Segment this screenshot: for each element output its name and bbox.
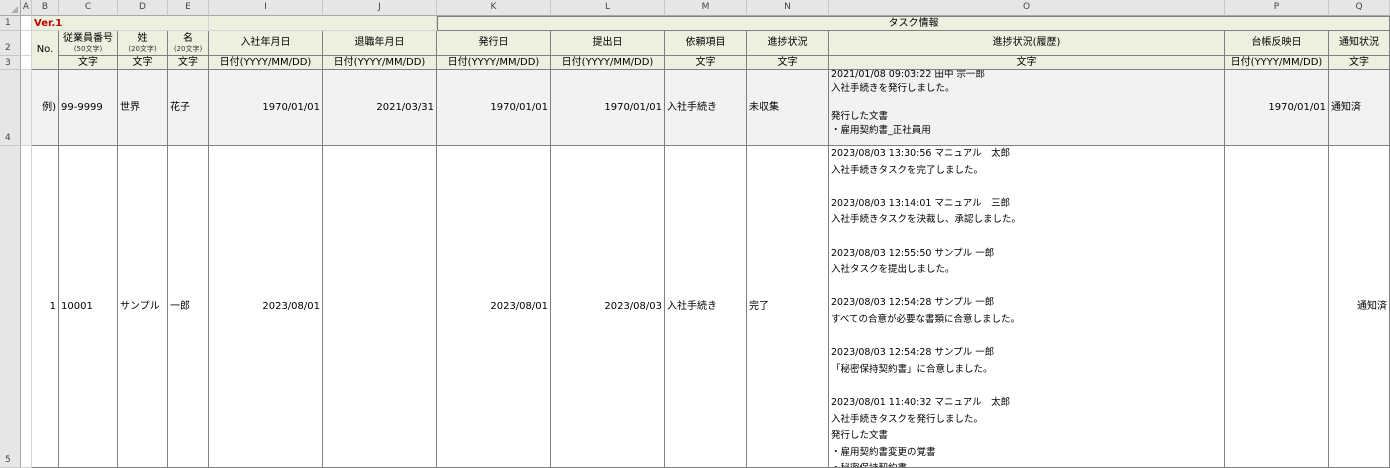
column-header-l[interactable]: L — [551, 0, 665, 16]
header-ledger-date[interactable]: 台帳反映日 — [1225, 31, 1329, 56]
header-last-name[interactable]: 姓 (20文字) — [118, 31, 168, 56]
row-header-2[interactable]: 2 — [0, 31, 21, 56]
row1-no[interactable]: 1 — [32, 146, 59, 468]
header-retire-date[interactable]: 退職年月日 — [323, 31, 437, 56]
row1-history-cell[interactable]: 2023/08/03 13:30:56 マニュアル 太郎 入社手続きタスクを完了… — [829, 146, 1225, 468]
row1-request-item[interactable]: 入社手続き — [665, 146, 747, 468]
task-info-group-header[interactable]: タスク情報 — [437, 16, 1390, 31]
column-header-o[interactable]: O — [829, 0, 1225, 16]
example-progress[interactable]: 未収集 — [747, 70, 829, 146]
row1-progress[interactable]: 完了 — [747, 146, 829, 468]
example-request-item[interactable]: 入社手続き — [665, 70, 747, 146]
cell-row1-blank[interactable] — [91, 16, 209, 31]
row1-hire-date[interactable]: 2023/08/01 — [209, 146, 323, 468]
type-ledger-date[interactable]: 日付(YYYY/MM/DD) — [1225, 56, 1329, 70]
example-employee-id[interactable]: 99-9999 — [59, 70, 118, 146]
column-header-d[interactable]: D — [118, 0, 168, 16]
row-header-5[interactable]: 5 — [0, 146, 21, 468]
header-no[interactable]: No. — [32, 31, 59, 70]
row1-ledger-date[interactable] — [1225, 146, 1329, 468]
example-no[interactable]: 例) — [32, 70, 59, 146]
example-hire-date[interactable]: 1970/01/01 — [209, 70, 323, 146]
row-header-1[interactable]: 1 — [0, 16, 21, 31]
type-progress[interactable]: 文字 — [747, 56, 829, 70]
header-submit-date[interactable]: 提出日 — [551, 31, 665, 56]
header-first-name-limit: (20文字) — [173, 45, 203, 53]
header-issue-date[interactable]: 発行日 — [437, 31, 551, 56]
row1-history-text: 2023/08/03 13:30:56 マニュアル 太郎 入社手続きタスクを完了… — [831, 148, 1022, 467]
header-request-item[interactable]: 依頼項目 — [665, 31, 747, 56]
spreadsheet: A B C D E I J K L M N O P Q 1 2 3 4 5 Ve… — [0, 0, 1390, 468]
header-notice-status[interactable]: 通知状況 — [1329, 31, 1390, 56]
column-header-p[interactable]: P — [1225, 0, 1329, 16]
type-employee-id[interactable]: 文字 — [59, 56, 118, 70]
header-employee-id-label: 従業員番号 — [63, 33, 113, 44]
cell-a1[interactable] — [21, 16, 32, 31]
header-first-name[interactable]: 名 (20文字) — [168, 31, 209, 56]
cell-a5[interactable] — [21, 146, 32, 468]
header-progress-history[interactable]: 進捗状況(履歴) — [829, 31, 1225, 56]
type-progress-history[interactable]: 文字 — [829, 56, 1225, 70]
row1-submit-date[interactable]: 2023/08/03 — [551, 146, 665, 468]
select-all-corner[interactable] — [0, 0, 21, 16]
example-ledger-date[interactable]: 1970/01/01 — [1225, 70, 1329, 146]
header-progress[interactable]: 進捗状況 — [747, 31, 829, 56]
cell-a4[interactable] — [21, 70, 32, 146]
column-header-a[interactable]: A — [21, 0, 32, 16]
type-request-item[interactable]: 文字 — [665, 56, 747, 70]
column-header-e[interactable]: E — [168, 0, 209, 16]
header-last-name-limit: (20文字) — [128, 45, 157, 53]
column-header-c[interactable]: C — [59, 0, 118, 16]
cell-a3[interactable] — [21, 56, 32, 70]
column-header-i[interactable]: I — [209, 0, 323, 16]
column-header-b[interactable]: B — [32, 0, 59, 16]
version-label[interactable]: Ver.1 — [32, 16, 91, 31]
column-header-n[interactable]: N — [747, 0, 829, 16]
row1-employee-id[interactable]: 10001 — [59, 146, 118, 468]
type-retire-date[interactable]: 日付(YYYY/MM/DD) — [323, 56, 437, 70]
row1-notice-status[interactable]: 通知済 — [1329, 146, 1390, 468]
row-header-3[interactable]: 3 — [0, 56, 21, 70]
type-hire-date[interactable]: 日付(YYYY/MM/DD) — [209, 56, 323, 70]
cell-a2[interactable] — [21, 31, 32, 56]
type-submit-date[interactable]: 日付(YYYY/MM/DD) — [551, 56, 665, 70]
row1-issue-date[interactable]: 2023/08/01 — [437, 146, 551, 468]
column-header-k[interactable]: K — [437, 0, 551, 16]
header-employee-id[interactable]: 従業員番号 (50文字) — [59, 31, 118, 56]
header-first-name-label: 名 — [183, 33, 193, 44]
header-hire-date[interactable]: 入社年月日 — [209, 31, 323, 56]
example-last-name[interactable]: 世界 — [118, 70, 168, 146]
row1-retire-date[interactable] — [323, 146, 437, 468]
column-header-q[interactable]: Q — [1329, 0, 1390, 16]
example-submit-date[interactable]: 1970/01/01 — [551, 70, 665, 146]
example-first-name[interactable]: 花子 — [168, 70, 209, 146]
cell-row1-dates[interactable] — [209, 16, 437, 31]
row1-last-name[interactable]: サンプル — [118, 146, 168, 468]
example-issue-date[interactable]: 1970/01/01 — [437, 70, 551, 146]
type-issue-date[interactable]: 日付(YYYY/MM/DD) — [437, 56, 551, 70]
column-header-j[interactable]: J — [323, 0, 437, 16]
example-history-text: 2021/01/08 09:03:22 田中 宗一郎 入社手続きを発行しました。… — [831, 70, 985, 136]
example-history-cell[interactable]: 2021/01/08 09:03:22 田中 宗一郎 入社手続きを発行しました。… — [829, 70, 1225, 146]
row1-first-name[interactable]: 一郎 — [168, 146, 209, 468]
type-last-name[interactable]: 文字 — [118, 56, 168, 70]
column-header-m[interactable]: M — [665, 0, 747, 16]
header-employee-id-limit: (50文字) — [73, 45, 103, 53]
header-last-name-label: 姓 — [137, 33, 148, 44]
example-retire-date[interactable]: 2021/03/31 — [323, 70, 437, 146]
row-header-4[interactable]: 4 — [0, 70, 21, 146]
example-notice-status[interactable]: 通知済 — [1329, 70, 1390, 146]
type-notice-status[interactable]: 文字 — [1329, 56, 1390, 70]
type-first-name[interactable]: 文字 — [168, 56, 209, 70]
